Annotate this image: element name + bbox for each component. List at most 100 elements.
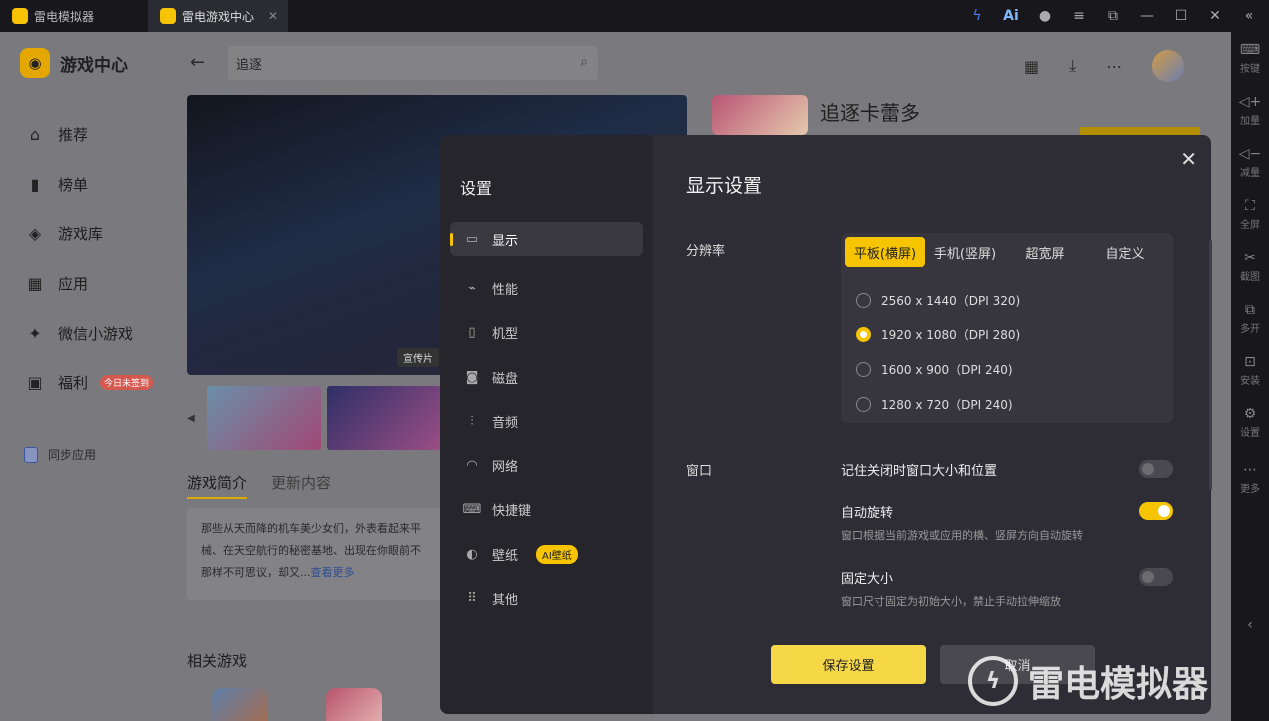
search-icon[interactable]: ⌕	[580, 54, 588, 70]
radio-button[interactable]	[856, 396, 871, 412]
ai-icon[interactable]: Ai	[1003, 8, 1019, 24]
scissors-icon: ✂	[1244, 250, 1256, 266]
toolbar-label: 更多	[1240, 484, 1260, 495]
dialog-close-icon[interactable]: ✕	[1180, 147, 1197, 171]
maximize-icon[interactable]: ☐	[1173, 8, 1189, 24]
section-title: 显示设置	[686, 175, 763, 197]
tab-updates[interactable]: 更新内容	[271, 472, 331, 499]
radio-button[interactable]	[856, 361, 871, 377]
avatar-icon[interactable]: ●	[1037, 8, 1053, 24]
toolbar-label: 减量	[1240, 168, 1260, 179]
prev-arrow-icon[interactable]: ◀	[187, 413, 201, 424]
toolbar-back[interactable]: ‹	[1231, 617, 1269, 635]
disk-icon: ◙	[465, 369, 479, 385]
nav-item-game-library[interactable]: ◈ 游戏库	[24, 209, 153, 259]
nav-label: 福利	[58, 374, 89, 393]
tab-emulator[interactable]: 雷电模拟器	[0, 0, 148, 32]
home-icon: ⌂	[29, 125, 41, 145]
window-controls: ϟ Ai ● ≡ ⧉ — ☐ ✕ «	[969, 0, 1257, 32]
radio-button[interactable]	[856, 292, 871, 308]
res-option-1600[interactable]: 1600 x 900（DPI 240)	[856, 352, 1020, 387]
related-game-icon[interactable]	[326, 688, 382, 721]
menu-item-wallpaper[interactable]: ◐ 壁纸 AI壁纸	[450, 532, 643, 576]
res-tab-custom[interactable]: 自定义	[1085, 237, 1165, 267]
nav-item-wechat-games[interactable]: ✦ 微信小游戏	[24, 308, 153, 358]
thumbnail[interactable]	[207, 386, 321, 450]
nav-item-rankings[interactable]: ▮ 榜单	[24, 160, 153, 210]
search-input[interactable]: 追逐 ⌕	[228, 46, 598, 80]
res-option-2560[interactable]: 2560 x 1440（DPI 320)	[856, 283, 1020, 318]
see-more-link[interactable]: 查看更多	[311, 566, 355, 579]
menu-item-performance[interactable]: ⌁ 性能	[450, 266, 643, 310]
menu-item-other[interactable]: ⠿ 其他	[450, 576, 643, 620]
thumbnail[interactable]	[327, 386, 441, 450]
nav-label: 榜单	[58, 175, 89, 194]
toolbar-screenshot[interactable]: ✂ 截图	[1231, 250, 1269, 283]
menu-item-shortcuts[interactable]: ⌨ 快捷键	[450, 488, 643, 532]
settings-scrollbar[interactable]	[1209, 240, 1212, 490]
monitor-icon: ▭	[465, 231, 479, 247]
collapse-icon[interactable]: «	[1241, 8, 1257, 24]
resolution-label: 分辨率	[686, 244, 726, 259]
toolbar-volume-down[interactable]: ◁− 减量	[1231, 146, 1269, 179]
remember-window-toggle[interactable]	[1139, 460, 1173, 478]
res-option-1920[interactable]: 1920 x 1080（DPI 280)	[856, 318, 1020, 353]
sync-icon	[24, 446, 38, 463]
res-tab-tablet[interactable]: 平板(横屏)	[845, 237, 925, 267]
res-tab-ultrawide[interactable]: 超宽屏	[1005, 237, 1085, 267]
related-game-icon[interactable]	[212, 688, 268, 721]
toolbar-label: 多开	[1240, 324, 1260, 335]
calendar-icon[interactable]: ▦	[1024, 57, 1039, 76]
nav-item-apps[interactable]: ▦ 应用	[24, 259, 153, 309]
option-label: 1920 x 1080（DPI 280)	[881, 328, 1021, 343]
search-value: 追逐	[236, 57, 263, 73]
brand-title: 游戏中心	[60, 55, 128, 76]
resolution-panel: 平板(横屏) 手机(竖屏) 超宽屏 自定义 2560 x 1440（DPI 32…	[841, 233, 1173, 423]
restore-icon[interactable]: ⧉	[1105, 8, 1121, 24]
menu-label: 壁纸	[492, 548, 519, 564]
res-option-1280[interactable]: 1280 x 720（DPI 240)	[856, 387, 1020, 422]
close-icon[interactable]: ✕	[1207, 8, 1223, 24]
menu-item-network[interactable]: ◠ 网络	[450, 443, 643, 487]
toolbar-keys[interactable]: ⌨ 按键	[1231, 42, 1269, 75]
toolbar-more[interactable]: ⋯ 更多	[1231, 462, 1269, 495]
menu-label: 音频	[492, 415, 519, 431]
nav-item-recommend[interactable]: ⌂ 推荐	[24, 110, 153, 160]
toolbar-label: 截图	[1240, 272, 1260, 283]
user-avatar[interactable]	[1152, 50, 1185, 82]
tab-game-center[interactable]: 雷电游戏中心 ✕	[148, 0, 288, 32]
more-icon: ⋯	[1243, 462, 1257, 478]
game-action-button[interactable]	[1080, 127, 1200, 135]
res-tab-phone[interactable]: 手机(竖屏)	[925, 237, 1005, 267]
menu-icon[interactable]: ≡	[1071, 8, 1087, 24]
tab-close-icon[interactable]: ✕	[268, 9, 278, 23]
sync-apps[interactable]: 同步应用	[24, 446, 96, 463]
nav-item-welfare[interactable]: ▣ 福利 今日未签到	[24, 358, 154, 408]
game-intro: 那些从天而降的机车美少女们，外表看起来平 械、在天空航行的秘密基地、出现在你眼前…	[187, 508, 457, 600]
toolbar-volume-up[interactable]: ◁+ 加量	[1231, 94, 1269, 127]
sync-label: 同步应用	[48, 448, 97, 462]
game-cover	[712, 95, 808, 135]
minimize-icon[interactable]: —	[1139, 8, 1155, 24]
toolbar-install[interactable]: ⊡ 安装	[1231, 354, 1269, 387]
fixed-size-toggle[interactable]	[1139, 568, 1173, 586]
more-dots-icon[interactable]: ⋯	[1106, 57, 1122, 76]
back-icon: ‹	[1247, 617, 1253, 633]
radio-button-selected[interactable]	[856, 327, 871, 343]
grid-icon: ⠿	[467, 591, 477, 607]
toolbar-fullscreen[interactable]: ⛶ 全屏	[1231, 198, 1269, 231]
auto-rotate-toggle[interactable]	[1139, 502, 1173, 520]
game-tabs: 游戏简介 更新内容	[187, 472, 331, 499]
lightning-icon[interactable]: ϟ	[969, 8, 985, 24]
menu-item-display[interactable]: ▭ 显示	[450, 222, 643, 256]
menu-item-model[interactable]: ▯ 机型	[450, 311, 643, 355]
tab-intro[interactable]: 游戏简介	[187, 472, 248, 499]
thumbnail-strip: ◀	[187, 386, 441, 450]
menu-item-audio[interactable]: ⫶ 音频	[450, 399, 643, 443]
menu-item-disk[interactable]: ◙ 磁盘	[450, 355, 643, 399]
download-icon[interactable]: ⤓	[1069, 56, 1076, 76]
toolbar-multi[interactable]: ⧉ 多开	[1231, 302, 1269, 335]
back-arrow-icon[interactable]: ←	[190, 52, 205, 73]
save-button[interactable]: 保存设置	[771, 645, 926, 684]
toolbar-settings[interactable]: ⚙ 设置	[1231, 406, 1269, 439]
